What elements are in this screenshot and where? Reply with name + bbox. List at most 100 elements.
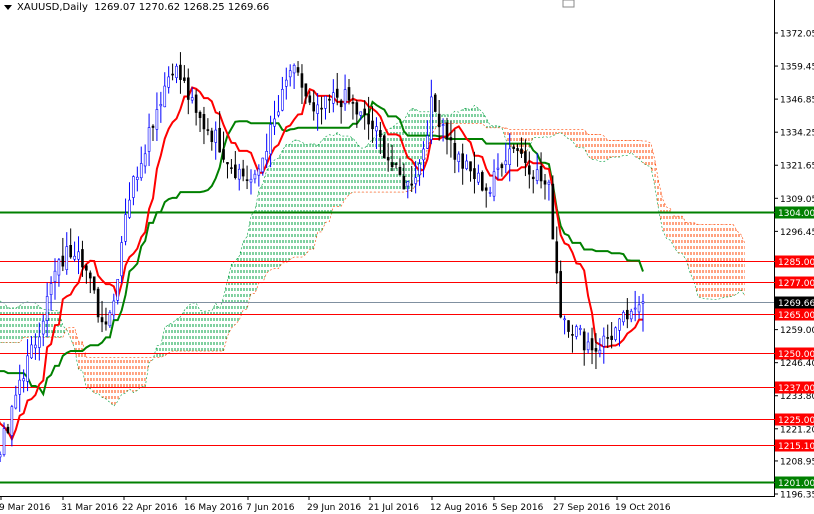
candle-body: [626, 309, 629, 320]
cloud-segment: [337, 132, 342, 207]
candle-body: [308, 95, 312, 103]
cloud-segment: [262, 170, 267, 283]
cloud-segment: [737, 231, 741, 294]
candle-body: [26, 355, 29, 382]
candle-body: [422, 148, 425, 161]
cloud-segment: [619, 140, 624, 158]
cloud-segment: [102, 357, 106, 400]
candle-body: [402, 175, 406, 190]
candle-body: [108, 312, 112, 327]
candle-body: [382, 135, 386, 159]
candle-body: [414, 177, 417, 184]
level-label: 1265.00: [778, 311, 814, 321]
candle-body: [508, 148, 512, 165]
candle-body: [492, 171, 496, 197]
candle-body: [100, 317, 104, 323]
cloud-segment: [325, 134, 330, 223]
candle-body: [559, 271, 562, 318]
cloud-segment: [219, 297, 224, 352]
candle-body: [210, 130, 214, 143]
cloud-segment: [345, 136, 349, 200]
cloud-segment: [317, 140, 322, 232]
cloud-segment: [654, 159, 659, 211]
cloud-segment: [364, 143, 369, 193]
candle-body: [575, 326, 578, 337]
candle-body: [547, 181, 551, 185]
cloud-segment: [356, 143, 361, 193]
candle-body: [281, 89, 284, 111]
cloud-segment: [156, 345, 161, 358]
cloud-segment: [31, 302, 36, 338]
cloud-segment: [525, 129, 530, 153]
candle-body: [77, 251, 80, 260]
cloud-segment: [309, 143, 314, 250]
cloud-segment: [368, 139, 373, 193]
cloud-segment: [490, 125, 495, 128]
chart-title: XAUUSD,Daily 1269.07 1270.62 1268.25 126…: [4, 2, 269, 13]
candle-body: [0, 454, 2, 458]
candle-body: [347, 87, 351, 101]
candle-body: [480, 172, 484, 191]
cloud-segment: [352, 138, 357, 193]
candle-body: [520, 148, 523, 154]
candle-body: [34, 344, 37, 349]
candle-body: [128, 199, 131, 218]
ichimoku-cloud: [0, 104, 746, 407]
cloud-segment: [86, 357, 91, 389]
cloud-segment: [560, 129, 565, 136]
candle-body: [151, 125, 155, 128]
candle-body: [496, 167, 500, 170]
x-tick-label: 16 May 2016: [184, 503, 243, 513]
level-label: 1237.00: [778, 384, 814, 394]
low-value: 1268.25: [183, 2, 225, 13]
level-label: 1304.00: [778, 209, 814, 219]
cloud-segment: [113, 357, 118, 407]
candle-body: [45, 296, 49, 321]
candle-body: [206, 129, 210, 131]
cloud-segment: [733, 224, 738, 296]
candle-body: [22, 378, 25, 382]
candle-body: [296, 67, 300, 73]
candle-body: [469, 161, 472, 172]
price-chart: 1372.05 1359.45 1346.85 1334.25 1321.65 1309.…: [0, 0, 814, 513]
cloud-segment: [251, 210, 255, 294]
candle-body: [198, 111, 202, 118]
candle-body: [430, 96, 433, 140]
cloud-segment: [137, 357, 142, 391]
candle-body: [371, 120, 374, 130]
candle-body: [163, 85, 167, 108]
cloud-segment: [650, 143, 655, 187]
candle-body: [104, 321, 108, 325]
cloud-segment: [541, 129, 545, 138]
cloud-segment: [70, 327, 75, 349]
candle-body: [292, 65, 296, 74]
candle-body: [394, 163, 398, 165]
candle-body: [355, 102, 359, 115]
cloud-segment: [466, 107, 471, 124]
candle-body: [116, 278, 120, 301]
candle-body: [602, 335, 606, 347]
candle-body: [18, 379, 22, 395]
candle-body: [273, 118, 276, 127]
candle-body: [234, 164, 237, 178]
cloud-segment: [184, 305, 189, 352]
level-label: 1277.00: [778, 279, 814, 289]
candle-body: [618, 318, 621, 331]
chart-shift-marker[interactable]: [562, 0, 575, 8]
dropdown-triangle-icon[interactable]: [4, 4, 12, 10]
cloud-segment: [376, 134, 381, 193]
candle-body: [484, 187, 488, 191]
candle-body: [563, 318, 566, 321]
level-label: 1285.00: [778, 258, 814, 268]
candle-body: [332, 92, 335, 104]
cloud-segment: [4, 303, 8, 343]
candle-body: [633, 307, 637, 310]
cloud-segment: [537, 129, 542, 138]
cloud-segment: [509, 129, 514, 148]
candle-body: [488, 191, 492, 194]
candle-body: [535, 169, 539, 181]
candle-body: [379, 130, 382, 138]
horizontal-levels: [0, 211, 774, 484]
candle-body: [265, 151, 268, 161]
cloud-segment: [172, 319, 177, 352]
